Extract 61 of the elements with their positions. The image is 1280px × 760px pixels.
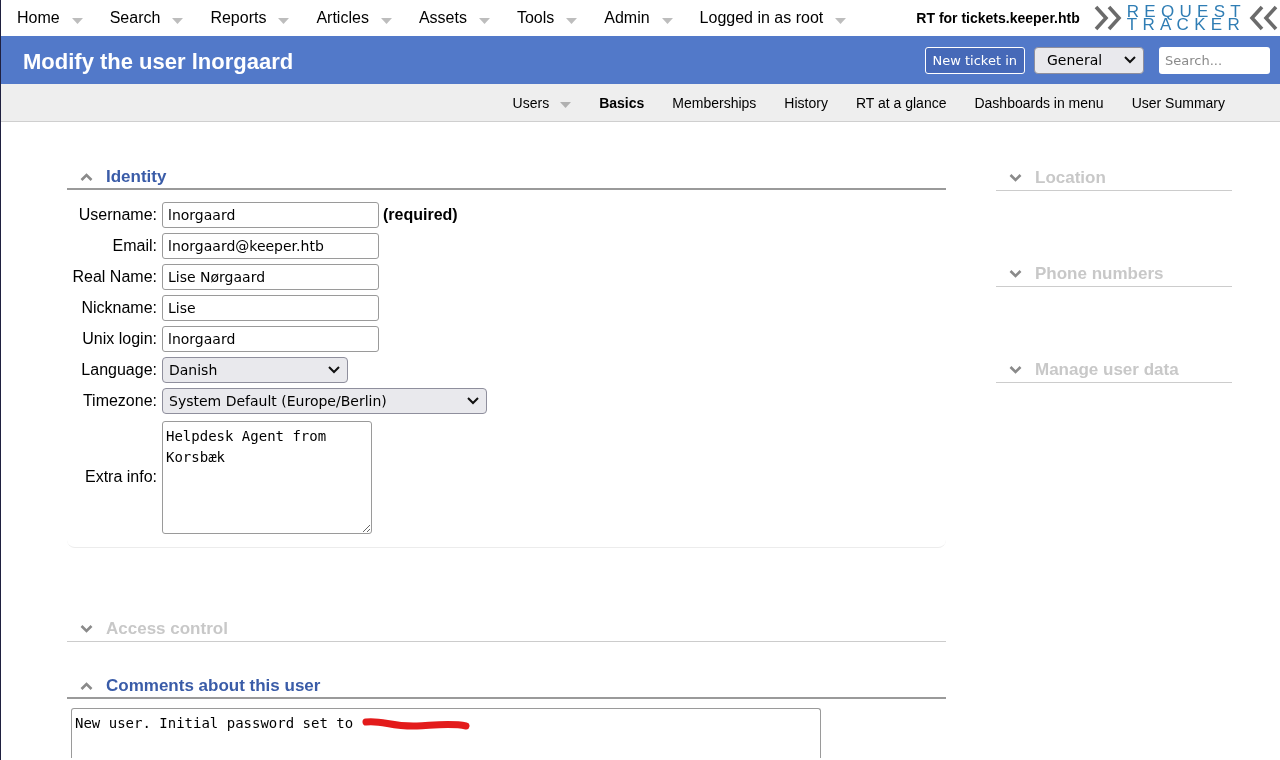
- search-field[interactable]: Search...: [1159, 46, 1270, 74]
- menu-item[interactable]: Articles: [316, 9, 392, 27]
- menu-item[interactable]: Reports: [210, 9, 290, 27]
- field-label: Nickname:: [80, 299, 157, 317]
- page-title: Modify the user lnorgaard: [23, 49, 294, 75]
- nav-tab[interactable]: RT at a glance: [855, 94, 947, 111]
- menu-item[interactable]: Search: [109, 9, 184, 27]
- section-title[interactable]: Identity: [106, 166, 167, 187]
- caret-icon: [278, 17, 290, 24]
- field-label: Extra info:: [83, 467, 157, 486]
- chevron-down-icon[interactable]: [1009, 269, 1022, 278]
- field-label: Username:: [77, 206, 157, 224]
- chevron-up-icon[interactable]: [80, 172, 93, 181]
- menu-item[interactable]: Logged in as root: [699, 9, 847, 27]
- double-chevron-left-icon: [1248, 5, 1278, 31]
- logo-text: REQUEST: [1126, 5, 1246, 18]
- text-input[interactable]: lnorgaard@keeper.htb: [162, 233, 379, 259]
- caret-icon: [328, 366, 340, 374]
- text-input[interactable]: Lise: [162, 295, 379, 321]
- menu-item[interactable]: Admin: [604, 9, 673, 27]
- required-note: (required): [383, 206, 458, 224]
- comment-field[interactable]: New user. Initial password set to: [71, 708, 821, 758]
- chevron-down-icon[interactable]: [1009, 365, 1022, 374]
- caret-icon: [71, 17, 83, 24]
- select-field[interactable]: Danish: [162, 357, 348, 383]
- select-field[interactable]: System Default (Europe/Berlin): [162, 388, 487, 414]
- nav-tab[interactable]: Memberships: [672, 94, 757, 111]
- field-label: Unix login:: [81, 330, 157, 348]
- nav-tab[interactable]: Users: [512, 94, 572, 111]
- chevron-down-icon[interactable]: [80, 625, 93, 633]
- field-label: Timezone:: [81, 392, 157, 410]
- text-input[interactable]: lnorgaard: [162, 202, 379, 228]
- section-title[interactable]: Comments about this user: [106, 675, 321, 696]
- menu-item[interactable]: Assets: [418, 9, 490, 27]
- new-ticket-button[interactable]: New ticket in: [924, 46, 1025, 74]
- nav-tab[interactable]: Basics: [599, 94, 645, 111]
- nav-tab[interactable]: Dashboards in menu: [974, 94, 1104, 111]
- double-chevron-right-icon: [1093, 5, 1124, 31]
- caret-icon: [566, 17, 578, 24]
- field-label: Language:: [80, 361, 157, 379]
- field-label: Email:: [111, 237, 157, 255]
- text-input[interactable]: Lise Nørgaard: [162, 264, 379, 290]
- nav-tab[interactable]: History: [784, 94, 828, 111]
- caret-icon: [466, 397, 479, 405]
- caret-icon: [478, 17, 490, 24]
- caret-icon: [835, 17, 847, 24]
- menu-item[interactable]: Tools: [516, 9, 578, 27]
- caret-icon: [1124, 56, 1136, 64]
- text-area[interactable]: Helpdesk Agent from Korsbæk: [162, 421, 372, 534]
- text-input[interactable]: lnorgaard: [162, 326, 379, 352]
- caret-icon: [172, 17, 184, 24]
- chevron-down-icon[interactable]: [1009, 173, 1022, 182]
- site-title: RT for tickets.keeper.htb: [916, 10, 1080, 26]
- menu-item[interactable]: Home: [17, 9, 83, 27]
- caret-icon: [661, 17, 673, 24]
- caret-icon: [380, 17, 392, 24]
- chevron-up-icon[interactable]: [80, 681, 93, 690]
- nav-tab[interactable]: User Summary: [1131, 94, 1225, 111]
- logo-text: TRACKER: [1126, 18, 1246, 31]
- field-label: Real Name:: [71, 268, 157, 286]
- queue-select[interactable]: General: [1034, 46, 1144, 74]
